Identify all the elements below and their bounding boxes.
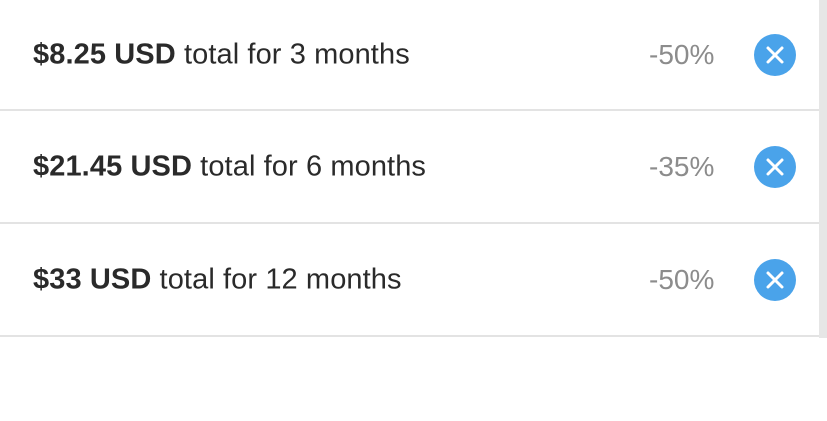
plan-discount: -50% xyxy=(649,38,715,70)
scrollbar-thumb[interactable] xyxy=(819,0,827,338)
plan-row-12-months: $33 USD total for 12 months -50% xyxy=(0,224,819,337)
plan-price: $21.45 USD xyxy=(33,150,192,182)
plan-list: $8.25 USD total for 3 months -50% $21.45… xyxy=(0,0,819,337)
scrollbar[interactable] xyxy=(819,0,827,421)
plan-row-3-months: $8.25 USD total for 3 months -50% xyxy=(0,0,819,111)
close-icon xyxy=(766,158,784,175)
remove-plan-button[interactable] xyxy=(754,258,796,301)
plan-row-6-months: $21.45 USD total for 6 months -35% xyxy=(0,111,819,224)
plan-description: total for 3 months xyxy=(183,38,410,70)
plan-summary: $21.45 USD total for 6 months xyxy=(33,150,426,183)
plan-price: $8.25 USD xyxy=(33,38,176,70)
close-icon xyxy=(766,271,784,288)
plan-description: total for 12 months xyxy=(159,263,402,295)
plan-discount: -35% xyxy=(649,150,715,182)
remove-plan-button[interactable] xyxy=(754,145,796,188)
close-icon xyxy=(766,46,784,63)
remove-plan-button[interactable] xyxy=(754,33,796,76)
plan-discount: -50% xyxy=(649,263,715,295)
plan-summary: $33 USD total for 12 months xyxy=(33,263,402,296)
plan-price: $33 USD xyxy=(33,263,152,295)
plan-summary: $8.25 USD total for 3 months xyxy=(33,38,410,71)
plan-description: total for 6 months xyxy=(200,150,427,182)
